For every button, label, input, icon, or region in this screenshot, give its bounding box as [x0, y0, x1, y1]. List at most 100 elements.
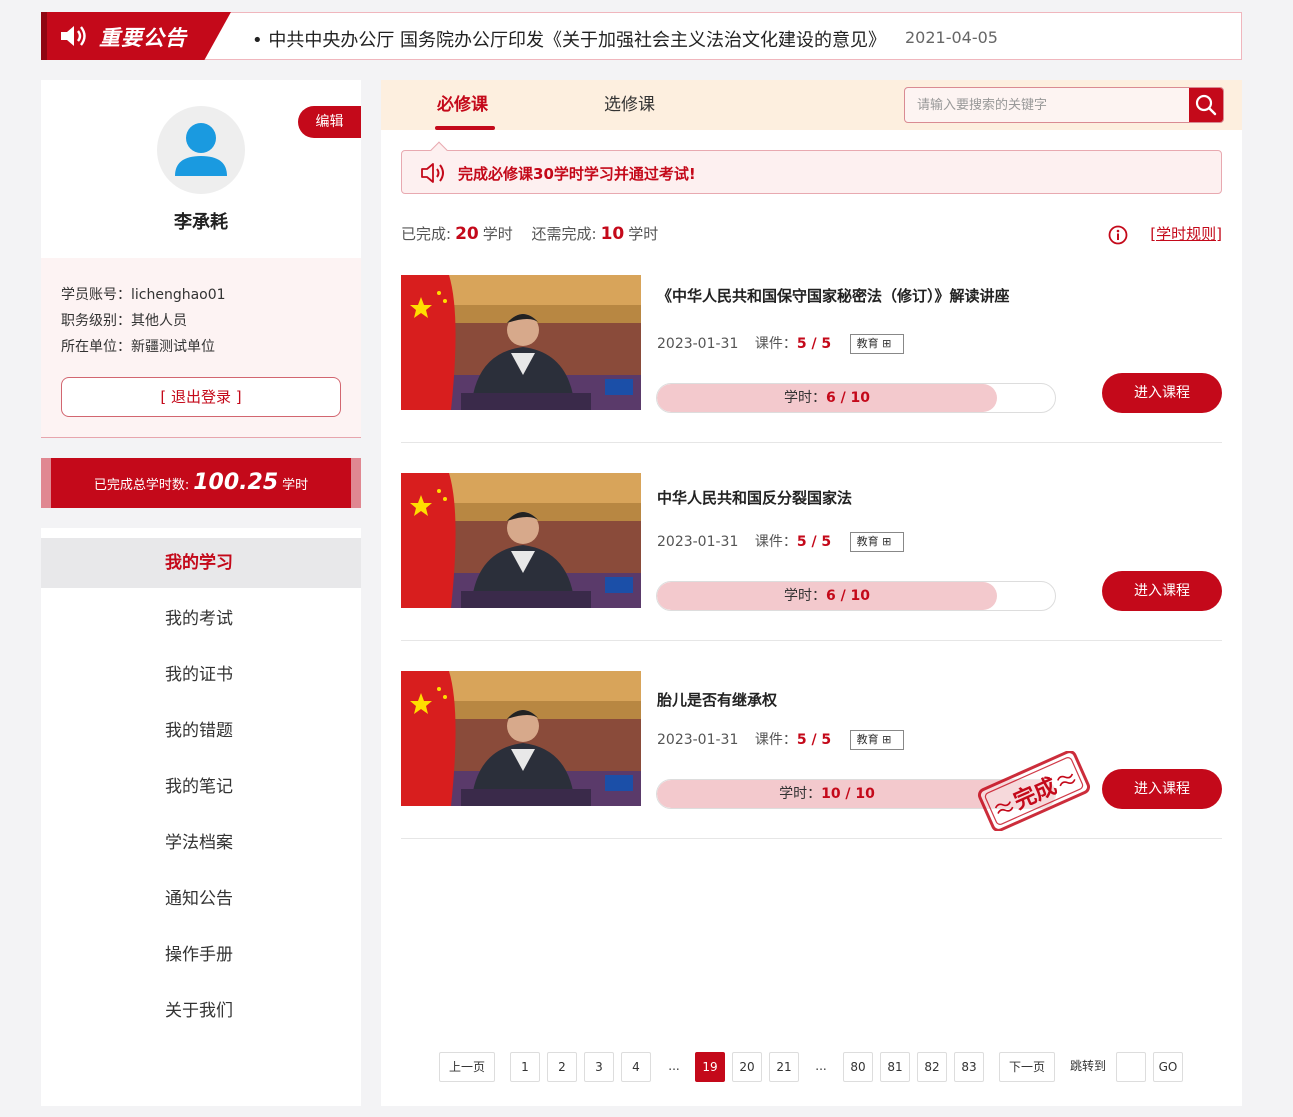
course-date: 2023-01-31: [657, 336, 739, 352]
course-tag-label: 教育: [856, 535, 879, 548]
course-hours: 学时：10 / 10: [657, 780, 997, 808]
speaker-icon: [421, 163, 444, 183]
total-hours-prefix: 已完成总学时数:: [93, 478, 190, 493]
page-button[interactable]: 4: [621, 1052, 651, 1082]
search-input[interactable]: [905, 88, 1191, 122]
course-hours-label: 学时：: [779, 786, 822, 802]
course-title[interactable]: 胎儿是否有继承权: [657, 689, 777, 710]
page-ellipsis: ...: [815, 1059, 827, 1073]
edit-button[interactable]: 编辑: [298, 106, 361, 138]
sidebar-item-about[interactable]: 关于我们: [41, 986, 361, 1036]
page-button[interactable]: 82: [917, 1052, 947, 1082]
course-tag: 教育 ⊞: [849, 532, 905, 552]
course-hours: 学时：6 / 10: [657, 384, 997, 412]
avatar: [157, 106, 245, 194]
course-progress-bar: 学时：6 / 10: [656, 581, 1056, 611]
course-lessons-label: 课件：: [754, 534, 797, 550]
course-hours: 学时：6 / 10: [657, 582, 997, 610]
course-thumbnail-image: [401, 671, 641, 806]
course-meta: 2023-01-31 课件：5 / 5 教育 ⊞: [657, 729, 905, 750]
course-item: 胎儿是否有继承权 2023-01-31 课件：5 / 5 教育 ⊞ 学时：10 …: [401, 671, 1222, 839]
course-meta: 2023-01-31 课件：5 / 5 教育 ⊞: [657, 531, 905, 552]
sidebar-item-my-study[interactable]: 我的学习: [41, 538, 361, 588]
need-label: 还需完成:: [531, 225, 597, 243]
enter-course-button[interactable]: 进入课程: [1102, 571, 1222, 611]
requirement-tip: 完成必修课30学时学习并通过考试!: [401, 150, 1222, 194]
hours-rules-link[interactable]: [学时规则]: [1150, 223, 1222, 244]
course-date: 2023-01-31: [657, 534, 739, 550]
jump-page-input[interactable]: [1116, 1052, 1146, 1082]
page-button[interactable]: 21: [769, 1052, 799, 1082]
tab-elective[interactable]: 选修课: [604, 80, 655, 130]
sidebar-item-manual[interactable]: 操作手册: [41, 930, 361, 980]
user-icon: [175, 123, 227, 176]
sidebar-item-my-certificates[interactable]: 我的证书: [41, 650, 361, 700]
course-thumbnail[interactable]: [401, 275, 641, 410]
enter-course-button[interactable]: 进入课程: [1102, 373, 1222, 413]
done-label: 已完成:: [401, 225, 452, 243]
total-hours-value: 100.25: [193, 470, 279, 495]
page-button[interactable]: 20: [732, 1052, 762, 1082]
course-meta: 2023-01-31 课件：5 / 5 教育 ⊞: [657, 333, 905, 354]
sidebar-item-study-archive[interactable]: 学法档案: [41, 818, 361, 868]
user-info: 学员账号：lichenghao01 职务级别：其他人员 所在单位：新疆测试单位 …: [41, 258, 361, 438]
course-hours-value: 6 / 10: [825, 390, 871, 406]
course-thumbnail[interactable]: [401, 473, 641, 608]
course-hours-label: 学时：: [783, 390, 826, 406]
tab-active-indicator: [435, 126, 495, 130]
completed-stamp: 完成: [977, 751, 1091, 831]
info-icon: [1108, 225, 1128, 245]
sidebar-menu: 我的学习 我的考试 我的证书 我的错题 我的笔记 学法档案 通知公告 操作手册 …: [41, 528, 361, 1106]
page-button[interactable]: 1: [510, 1052, 540, 1082]
tab-required[interactable]: 必修课: [437, 80, 488, 130]
page-button-current[interactable]: 19: [695, 1052, 725, 1082]
logout-button[interactable]: [ 退出登录 ]: [61, 377, 341, 417]
total-hours-unit: 学时: [282, 478, 309, 493]
user-name: 李承耗: [174, 212, 228, 233]
profile-card: 编辑 李承耗 学员账号：lichenghao01 职务级别：其他人员 所在单位：…: [41, 80, 361, 438]
sidebar-item-my-mistakes[interactable]: 我的错题: [41, 706, 361, 756]
course-tag-label: 教育: [856, 337, 879, 350]
search-button[interactable]: [1189, 88, 1223, 122]
page-button[interactable]: 80: [843, 1052, 873, 1082]
pagination: 上一页 1 2 3 4 ... 19 20 21 ... 80 81 82 83…: [381, 1052, 1242, 1084]
requirement-tip-text: 完成必修课30学时学习并通过考试!: [458, 165, 696, 183]
jump-to-label: 跳转到: [1069, 1059, 1106, 1073]
course-item: 中华人民共和国反分裂国家法 2023-01-31 课件：5 / 5 教育 ⊞ 学…: [401, 473, 1222, 641]
course-lessons: 5 / 5: [796, 732, 832, 748]
done-unit: 学时: [482, 225, 513, 243]
course-hours-label: 学时：: [783, 588, 826, 604]
page-ellipsis: ...: [668, 1059, 680, 1073]
page-button[interactable]: 83: [954, 1052, 984, 1082]
course-lessons-label: 课件：: [754, 732, 797, 748]
course-title[interactable]: 中华人民共和国反分裂国家法: [657, 487, 852, 508]
sidebar-item-notices[interactable]: 通知公告: [41, 874, 361, 924]
need-unit: 学时: [628, 225, 659, 243]
course-thumbnail[interactable]: [401, 671, 641, 806]
tab-bar: 必修课 选修课: [381, 80, 1242, 130]
course-title[interactable]: 《中华人民共和国保守国家秘密法（修订）》解读讲座: [657, 285, 1010, 306]
course-lessons: 5 / 5: [796, 336, 832, 352]
course-date: 2023-01-31: [657, 732, 739, 748]
course-tag: 教育 ⊞: [849, 334, 905, 354]
search-icon: [1195, 94, 1217, 116]
go-button[interactable]: GO: [1153, 1052, 1183, 1082]
sidebar-item-my-notes[interactable]: 我的笔记: [41, 762, 361, 812]
course-tag-label: 教育: [856, 733, 879, 746]
enter-course-button[interactable]: 进入课程: [1102, 769, 1222, 809]
course-lessons-label: 课件：: [754, 336, 797, 352]
sidebar-item-my-exams[interactable]: 我的考试: [41, 594, 361, 644]
announcement-badge: 重要公告: [41, 12, 231, 60]
page-button[interactable]: 2: [547, 1052, 577, 1082]
unit-label: 所在单位：新疆测试单位: [61, 339, 215, 355]
page-button[interactable]: 81: [880, 1052, 910, 1082]
next-page-button[interactable]: 下一页: [999, 1052, 1055, 1082]
prev-page-button[interactable]: 上一页: [439, 1052, 495, 1082]
announcement-link[interactable]: • 中共中央办公厅 国务院办公厅印发《关于加强社会主义法治文化建设的意见》: [252, 26, 886, 52]
speaker-icon: [61, 26, 86, 46]
course-hours-value: 6 / 10: [825, 588, 871, 604]
announcement-date: 2021-04-05: [905, 28, 998, 47]
page-button[interactable]: 3: [584, 1052, 614, 1082]
course-item: 《中华人民共和国保守国家秘密法（修订）》解读讲座 2023-01-31 课件：5…: [401, 275, 1222, 443]
done-value: 20: [455, 224, 479, 244]
